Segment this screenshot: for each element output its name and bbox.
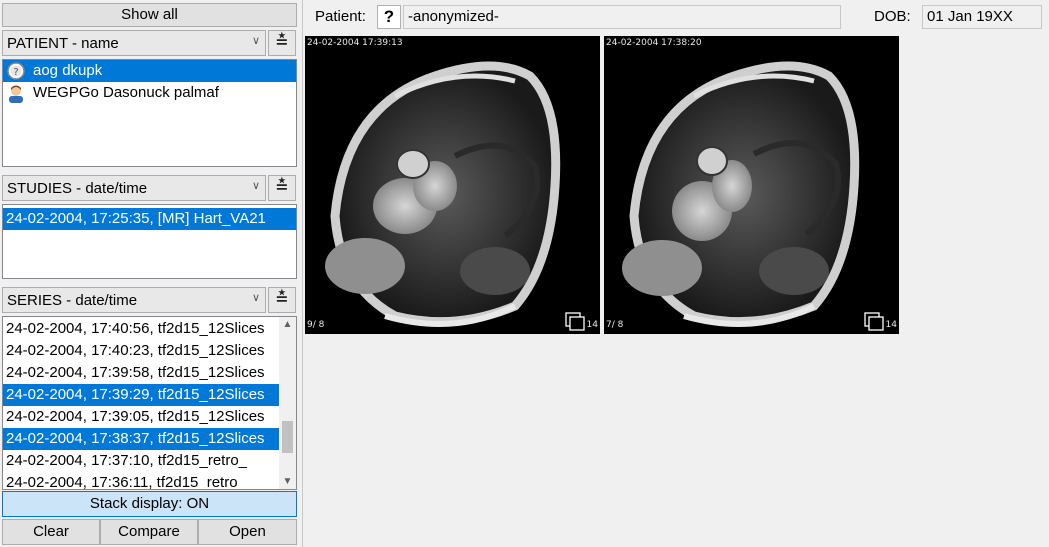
show-all-button[interactable]: Show all bbox=[2, 3, 297, 27]
frame-indicator: 9/ 8 bbox=[307, 320, 325, 330]
series-text: 24-02-2004, 17:39:05, tf2d15_12Slices bbox=[6, 408, 265, 425]
scroll-down-icon[interactable]: ▼ bbox=[279, 476, 296, 487]
patient-name: aog dkupk bbox=[33, 62, 103, 79]
study-text: 24-02-2004, 17:25:35, [MR] Hart_VA21 bbox=[6, 210, 266, 227]
chevron-down-icon: ∨ bbox=[251, 292, 260, 304]
list-item[interactable]: WEGPGo Dasonuck palmaf bbox=[3, 82, 296, 104]
patient-label: Patient: bbox=[315, 8, 366, 25]
clear-button[interactable]: Clear bbox=[2, 519, 100, 545]
scroll-up-icon[interactable]: ▲ bbox=[279, 319, 296, 330]
series-text: 24-02-2004, 17:38:37, tf2d15_12Slices bbox=[6, 430, 265, 447]
list-item[interactable]: 24-02-2004, 17:36:11, tf2d15_retro_ bbox=[3, 472, 279, 490]
series-sort-label: SERIES - date/time bbox=[7, 292, 138, 309]
chevron-down-icon: ∨ bbox=[251, 35, 260, 47]
compare-button[interactable]: Compare bbox=[100, 519, 198, 545]
stack-icon bbox=[565, 312, 585, 331]
series-text: 24-02-2004, 17:39:29, tf2d15_12Slices bbox=[6, 386, 265, 403]
mri-image bbox=[622, 61, 860, 327]
list-item[interactable]: 24-02-2004, 17:38:37, tf2d15_12Slices bbox=[3, 428, 279, 450]
series-sort-dropdown[interactable]: SERIES - date/time ∨ bbox=[2, 287, 266, 313]
frame-indicator: 7/ 8 bbox=[606, 320, 624, 330]
stack-display-toggle[interactable]: Stack display: ON bbox=[2, 491, 297, 517]
list-item[interactable]: 24-02-2004, 17:39:05, tf2d15_12Slices bbox=[3, 406, 279, 428]
series-text: 24-02-2004, 17:37:10, tf2d15_retro_ bbox=[6, 452, 248, 469]
patient-name-field: -anonymized- bbox=[403, 5, 841, 29]
list-item[interactable]: 24-02-2004, 17:39:58, tf2d15_12Slices bbox=[3, 362, 279, 384]
image-timestamp: 24-02-2004 17:39:13 bbox=[307, 38, 403, 48]
list-item[interactable]: ? aog dkupk bbox=[3, 60, 296, 82]
series-text: 24-02-2004, 17:36:11, tf2d15_retro_ bbox=[6, 474, 246, 490]
patient-sort-label: PATIENT - name bbox=[7, 35, 119, 52]
patient-expand-button[interactable]: ≛ bbox=[268, 30, 296, 56]
double-chevron-down-icon: ≛ bbox=[275, 291, 289, 308]
person-icon bbox=[9, 85, 23, 103]
list-item[interactable]: 24-02-2004, 17:39:29, tf2d15_12Slices bbox=[3, 384, 279, 406]
studies-sort-label: STUDIES - date/time bbox=[7, 180, 148, 197]
svg-text:?: ? bbox=[13, 67, 18, 78]
patient-sort-dropdown[interactable]: PATIENT - name ∨ bbox=[2, 30, 266, 56]
patient-info-icon[interactable]: ? bbox=[377, 5, 401, 29]
patient-list[interactable]: ? aog dkupk WEGPGo Dasonuck palmaf bbox=[2, 59, 297, 167]
image-viewer-2[interactable]: 24-02-2004 17:38:20 7/ 8 14 bbox=[604, 36, 899, 334]
studies-list[interactable]: 24-02-2004, 17:25:35, [MR] Hart_VA21 bbox=[2, 204, 297, 279]
list-item[interactable]: 24-02-2004, 17:37:10, tf2d15_retro_ bbox=[3, 450, 279, 472]
patient-name: WEGPGo Dasonuck palmaf bbox=[33, 84, 219, 101]
series-text: 24-02-2004, 17:40:23, tf2d15_12Slices bbox=[6, 342, 265, 359]
series-expand-button[interactable]: ≛ bbox=[268, 287, 296, 313]
series-text: 24-02-2004, 17:40:56, tf2d15_12Slices bbox=[6, 320, 265, 337]
stack-icon bbox=[864, 312, 884, 331]
double-chevron-down-icon: ≛ bbox=[275, 34, 289, 51]
series-scrollbar[interactable]: ▲ ▼ bbox=[279, 317, 296, 489]
list-item[interactable]: 24-02-2004, 17:40:23, tf2d15_12Slices bbox=[3, 340, 279, 362]
unknown-patient-icon: ? bbox=[7, 62, 25, 80]
studies-expand-button[interactable]: ≛ bbox=[268, 175, 296, 201]
list-item[interactable]: 24-02-2004, 17:40:56, tf2d15_12Slices bbox=[3, 318, 279, 340]
chevron-down-icon: ∨ bbox=[251, 180, 260, 192]
browser-panel: Show all PATIENT - name ∨ ≛ ? aog dkupk … bbox=[0, 0, 302, 547]
studies-sort-dropdown[interactable]: STUDIES - date/time ∨ bbox=[2, 175, 266, 201]
scrollbar-thumb[interactable] bbox=[282, 421, 293, 453]
viewer-area: Patient: ? -anonymized- DOB: 01 Jan 19XX bbox=[302, 0, 1049, 547]
image-timestamp: 24-02-2004 17:38:20 bbox=[606, 38, 702, 48]
image-count: 14 bbox=[586, 320, 598, 330]
double-chevron-down-icon: ≛ bbox=[275, 179, 289, 196]
image-count: 14 bbox=[885, 320, 897, 330]
series-list[interactable]: 24-02-2004, 17:40:56, tf2d15_12Slices 24… bbox=[2, 316, 297, 490]
open-button[interactable]: Open bbox=[198, 519, 297, 545]
image-viewer-1[interactable]: 24-02-2004 17:39:13 9/ 8 14 bbox=[305, 36, 600, 334]
dob-label: DOB: bbox=[874, 8, 911, 25]
series-text: 24-02-2004, 17:39:58, tf2d15_12Slices bbox=[6, 364, 265, 381]
mri-image bbox=[325, 61, 561, 327]
dob-field: 01 Jan 19XX bbox=[922, 5, 1042, 29]
list-item[interactable]: 24-02-2004, 17:25:35, [MR] Hart_VA21 bbox=[3, 208, 296, 230]
